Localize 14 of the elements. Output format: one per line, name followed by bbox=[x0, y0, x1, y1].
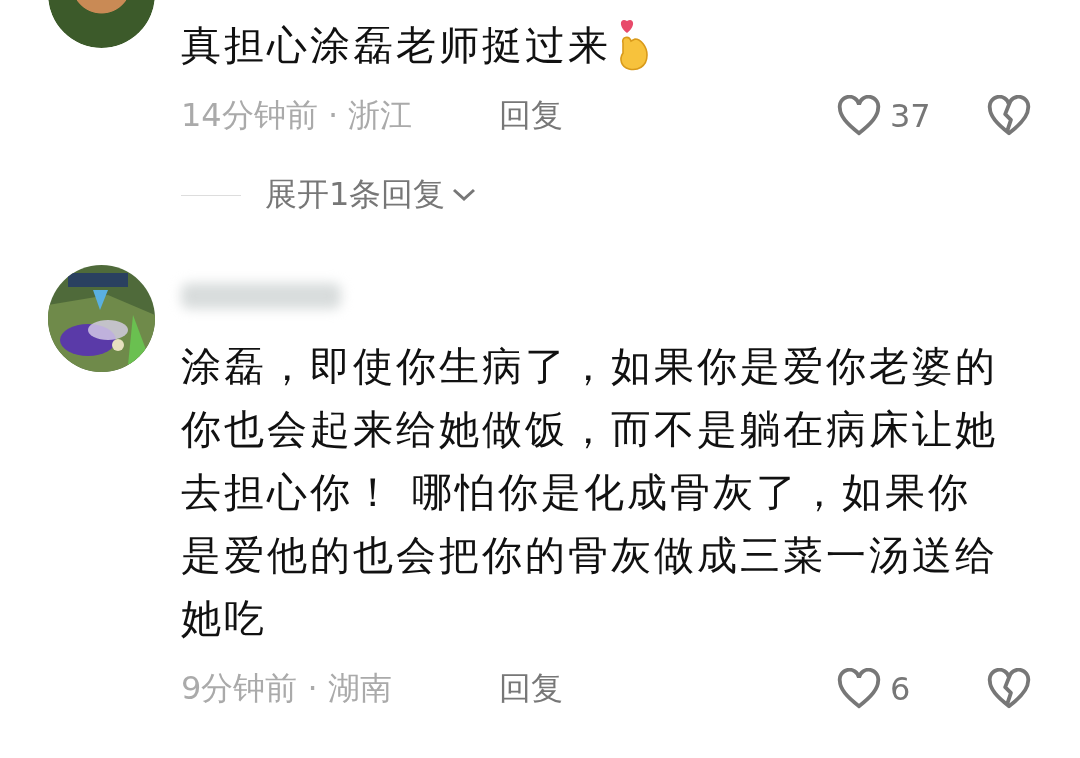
broken-heart-icon[interactable] bbox=[986, 668, 1032, 710]
expand-replies-button[interactable]: 展开1条回复 bbox=[265, 173, 478, 217]
reply-link[interactable]: 回复 bbox=[499, 94, 563, 138]
comment-meta: 14分钟前 · 浙江 bbox=[181, 95, 414, 136]
comment-meta: 9分钟前 · 湖南 bbox=[181, 668, 393, 709]
heart-icon[interactable] bbox=[836, 668, 882, 710]
broken-heart-icon[interactable] bbox=[986, 95, 1032, 137]
heart-icon[interactable] bbox=[836, 95, 882, 137]
like-count: 37 bbox=[890, 97, 931, 135]
reply-link[interactable]: 回复 bbox=[499, 667, 563, 711]
like-count: 6 bbox=[890, 670, 911, 708]
comment-text: 涂磊，即使你生病了，如果你是爱你老婆的你也会起来给她做饭，而不是躺在病床让她去担心你！ 哪怕你是化成骨灰了，如果你是爱他的也会把你的骨灰做成三菜一汤送给她吃 bbox=[181, 342, 999, 643]
comment-text: 真担心涂磊老师挺过来 bbox=[181, 21, 611, 70]
chevron-down-icon bbox=[451, 187, 478, 203]
